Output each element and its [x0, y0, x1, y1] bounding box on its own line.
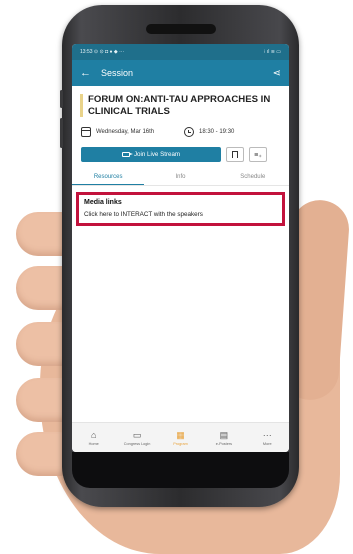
nav-congress-login[interactable]: ▭ Congress Login: [117, 430, 157, 446]
session-time: 18:30 - 19:30: [199, 129, 235, 135]
nav-label: e-Posters: [215, 441, 232, 446]
session-meta: Wednesday, Mar 16th 18:30 - 19:30: [81, 127, 281, 137]
bottom-navigation: ⌂ Home ▭ Congress Login ▦ Program ▤ e-Po…: [72, 422, 289, 452]
back-arrow-icon[interactable]: ←: [80, 67, 91, 79]
share-icon[interactable]: ⋖: [273, 68, 281, 79]
phone-side-button: [60, 118, 63, 148]
app-bar: ← Session ⋖: [72, 60, 289, 86]
more-dots-icon: ···: [262, 429, 272, 440]
status-time: 13:53: [80, 49, 93, 55]
media-links-title: Media links: [84, 199, 122, 206]
status-icons-left: ⊙ ⊙ ◘ ● ◆ ···: [93, 49, 125, 55]
tab-schedule[interactable]: Schedule: [217, 170, 289, 185]
page-title: Session: [101, 68, 134, 78]
session-title: FORUM ON:ANTI-TAU APPROACHES IN CLINICAL…: [80, 94, 281, 117]
tab-info[interactable]: Info: [144, 170, 216, 185]
home-icon: ⌂: [90, 429, 97, 440]
video-camera-icon: [121, 152, 133, 157]
clock-icon: [184, 127, 194, 137]
media-links-section: Media links Click here to INTERACT with …: [76, 192, 285, 226]
join-live-stream-button[interactable]: Join Live Stream: [81, 147, 221, 162]
bookmark-button[interactable]: [226, 147, 244, 162]
app-screen: 13:53 ⊙ ⊙ ◘ ● ◆ ··· ⁝ ıl ≋ ▭ ← Session ⋖…: [72, 44, 289, 452]
phone-side-button: [60, 90, 63, 108]
nav-program[interactable]: ▦ Program: [160, 430, 200, 446]
phone-speaker: [146, 24, 216, 34]
tab-resources[interactable]: Resources: [72, 170, 145, 185]
login-card-icon: ▭: [132, 429, 142, 440]
nav-label: Program: [173, 441, 188, 446]
poster-icon: ▤: [219, 429, 229, 440]
nav-label: More: [262, 441, 272, 446]
nav-e-posters[interactable]: ▤ e-Posters: [204, 430, 244, 446]
session-date: Wednesday, Mar 16th: [96, 129, 155, 135]
join-live-stream-label: Join Live Stream: [133, 151, 181, 158]
calendar-icon: ▦: [176, 429, 185, 440]
playlist-add-icon: ≡₊: [254, 151, 262, 159]
status-bar: 13:53 ⊙ ⊙ ◘ ● ◆ ··· ⁝ ıl ≋ ▭: [72, 44, 289, 60]
nav-more[interactable]: ··· More: [247, 430, 287, 446]
tab-bar: Resources Info Schedule: [72, 170, 289, 186]
bookmark-icon: [232, 151, 238, 158]
nav-home[interactable]: ⌂ Home: [74, 430, 114, 446]
phone-bottom-bezel: [72, 452, 289, 488]
nav-label: Congress Login: [123, 441, 151, 446]
session-actions: Join Live Stream ≡₊: [81, 147, 281, 162]
add-to-list-button[interactable]: ≡₊: [249, 147, 267, 162]
nav-label: Home: [88, 441, 99, 446]
status-icons-right: ⁝ ıl ≋ ▭: [263, 49, 281, 55]
interact-speakers-link[interactable]: Click here to INTERACT with the speakers: [84, 211, 277, 218]
calendar-icon: [81, 127, 91, 137]
